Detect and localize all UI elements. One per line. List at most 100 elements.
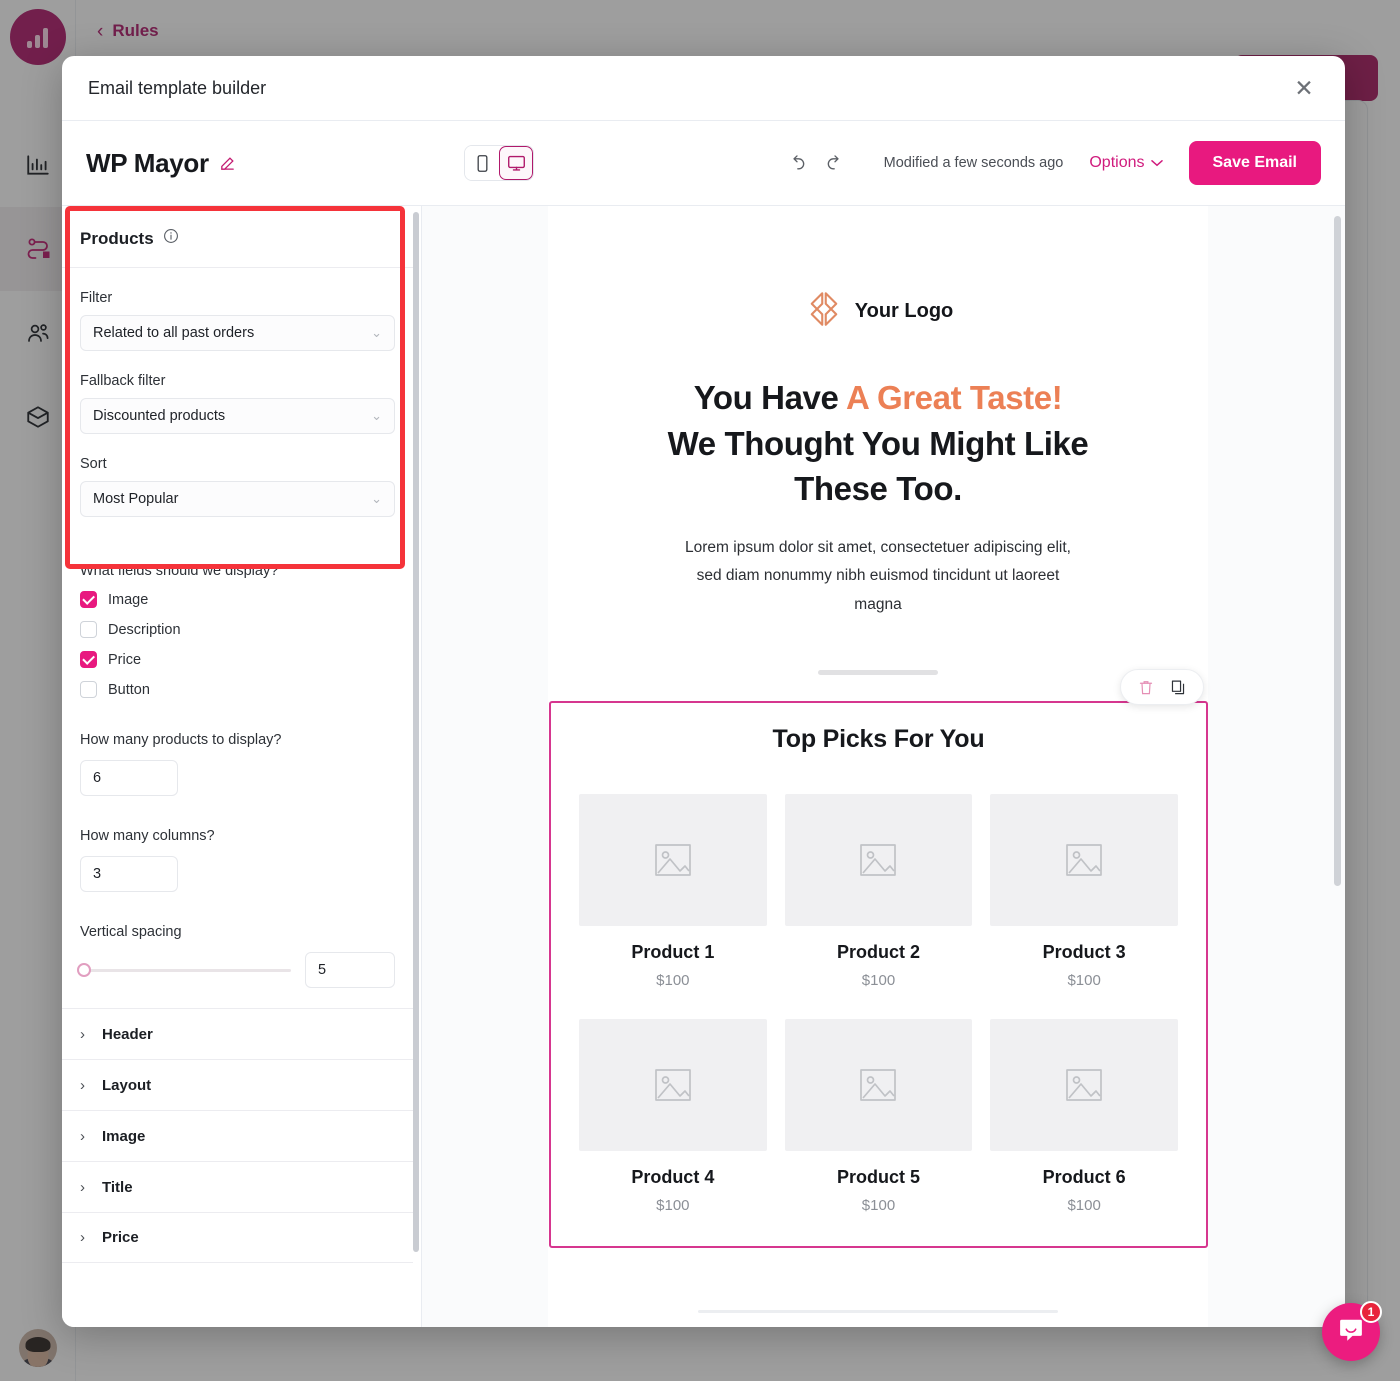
columns-label: How many columns? xyxy=(80,828,215,844)
checkbox-price[interactable] xyxy=(80,651,97,668)
accordion-label-layout: Layout xyxy=(102,1076,152,1094)
brand-mark-icon xyxy=(803,288,845,335)
settings-accordion: › Header › Layout › Image › Title › Pric… xyxy=(62,1008,413,1263)
checkbox-row-button[interactable]: Button xyxy=(80,681,395,698)
products-block[interactable]: Top Picks For You Product 1 $100 Product… xyxy=(549,700,1208,1248)
product-name: Product 1 xyxy=(631,941,715,962)
product-price: $100 xyxy=(656,971,690,989)
product-price: $100 xyxy=(861,1196,896,1214)
chat-bubble-icon xyxy=(1336,1315,1366,1350)
product-card[interactable]: Product 6 $100 xyxy=(990,1018,1178,1214)
settings-scrollbar[interactable] xyxy=(413,212,419,1252)
email-logo-block[interactable]: Your Logo xyxy=(548,206,1208,335)
product-thumbnail xyxy=(990,793,1178,926)
product-name: Product 2 xyxy=(836,941,920,962)
checkbox-button[interactable] xyxy=(80,681,97,698)
product-card[interactable]: Product 5 $100 xyxy=(784,1018,973,1214)
sort-value: Most Popular xyxy=(93,491,179,507)
accordion-item-price[interactable]: › Price xyxy=(62,1212,413,1263)
filter-value: Related to all past orders xyxy=(93,325,255,341)
accordion-label-price: Price xyxy=(102,1229,139,1246)
email-body-text[interactable]: Lorem ipsum dolor sit amet, consectetuer… xyxy=(678,534,1078,620)
products-grid: Product 1 $100 Product 2 $100 Product 3 … xyxy=(579,793,1178,1214)
section-header-products: Products xyxy=(62,206,413,268)
chevron-right-icon: › xyxy=(80,1025,85,1043)
sort-field: Sort Most Popular ⌄ xyxy=(62,456,413,517)
checkbox-row-price[interactable]: Price xyxy=(80,651,395,668)
settings-scroll-content: Products Filter Related to all past orde… xyxy=(62,206,413,1327)
chevron-down-icon: ⌄ xyxy=(371,325,382,340)
email-canvas: Your Logo You Have A Great Taste! We Tho… xyxy=(548,206,1208,1327)
accordion-item-layout[interactable]: › Layout xyxy=(62,1059,413,1110)
product-name: Product 6 xyxy=(1042,1166,1126,1187)
fallback-filter-label: Fallback filter xyxy=(80,373,166,389)
product-card[interactable]: Product 4 $100 xyxy=(579,1018,767,1214)
chevron-right-icon: › xyxy=(80,1229,85,1246)
options-label: Options xyxy=(1089,154,1145,171)
fallback-filter-value: Discounted products xyxy=(93,408,226,424)
checkbox-description[interactable] xyxy=(80,621,97,638)
product-price: $100 xyxy=(1067,971,1101,989)
checkbox-image[interactable] xyxy=(80,591,97,608)
undo-icon[interactable] xyxy=(778,144,816,182)
checkbox-label-description: Description xyxy=(108,621,181,638)
product-price: $100 xyxy=(1067,1196,1101,1214)
product-thumbnail xyxy=(784,793,973,926)
email-template-builder-modal: Email template builder ✕ WP Mayor Modifi… xyxy=(62,56,1345,1327)
info-icon[interactable] xyxy=(163,228,179,249)
accordion-item-header[interactable]: › Header xyxy=(62,1008,413,1059)
filter-field: Filter Related to all past orders ⌄ xyxy=(62,290,413,351)
pencil-icon[interactable] xyxy=(219,155,236,172)
email-headline[interactable]: You Have A Great Taste! We Thought You M… xyxy=(638,375,1118,512)
products-count-label: How many products to display? xyxy=(80,732,282,748)
products-heading: Top Picks For You xyxy=(772,724,985,753)
desktop-preview-button[interactable] xyxy=(499,146,533,180)
email-divider xyxy=(818,669,938,675)
builder-toolbar: WP Mayor Modified a few seconds ago Opti… xyxy=(62,121,1345,206)
builder-body: Products Filter Related to all past orde… xyxy=(62,206,1345,1327)
mobile-preview-button[interactable] xyxy=(465,146,499,180)
vertical-spacing-slider[interactable] xyxy=(77,963,291,977)
duplicate-block-icon[interactable] xyxy=(1170,679,1186,696)
checkbox-row-description[interactable]: Description xyxy=(80,621,395,638)
close-icon[interactable]: ✕ xyxy=(1289,73,1319,103)
accordion-label-image: Image xyxy=(102,1127,146,1145)
filter-select[interactable]: Related to all past orders ⌄ xyxy=(80,315,395,351)
vertical-spacing-control: 5 xyxy=(77,952,395,988)
chevron-down-icon: ⌄ xyxy=(371,408,382,423)
product-thumbnail xyxy=(579,1018,767,1151)
email-logo-text: Your Logo xyxy=(854,300,954,322)
product-card[interactable]: Product 1 $100 xyxy=(579,793,767,989)
sort-select[interactable]: Most Popular ⌄ xyxy=(80,481,395,517)
section-title: Products xyxy=(80,228,154,248)
preview-scrollbar[interactable] xyxy=(1334,216,1341,886)
checkbox-row-image[interactable]: Image xyxy=(80,591,395,608)
chevron-right-icon: › xyxy=(80,1076,85,1094)
modal-title: Email template builder xyxy=(88,77,267,98)
product-card[interactable]: Product 2 $100 xyxy=(784,793,973,989)
save-email-button[interactable]: Save Email xyxy=(1188,141,1321,185)
delete-block-icon[interactable] xyxy=(1138,679,1154,696)
columns-input[interactable]: 3 xyxy=(80,856,178,892)
device-preview-toggle xyxy=(464,145,534,181)
fallback-filter-field: Fallback filter Discounted products ⌄ xyxy=(62,373,413,434)
redo-icon[interactable] xyxy=(816,144,854,182)
page-title: WP Mayor xyxy=(86,147,209,178)
accordion-label-title: Title xyxy=(102,1178,133,1196)
block-toolbar xyxy=(1120,669,1204,705)
chevron-down-icon: ⌄ xyxy=(371,491,382,506)
options-dropdown[interactable]: Options xyxy=(1089,154,1163,172)
slider-thumb[interactable] xyxy=(77,963,91,977)
toolbar-right-group: Modified a few seconds ago Options Save … xyxy=(778,141,1321,185)
accordion-item-image[interactable]: › Image xyxy=(62,1110,413,1161)
chat-widget-button[interactable]: 1 xyxy=(1322,1301,1382,1361)
headline-line-2: We Thought You Might Like These Too. xyxy=(667,424,1089,508)
product-card[interactable]: Product 3 $100 xyxy=(990,793,1178,989)
product-price: $100 xyxy=(861,971,896,989)
products-count-input[interactable]: 6 xyxy=(80,760,178,796)
fallback-filter-select[interactable]: Discounted products ⌄ xyxy=(80,398,395,434)
vertical-spacing-input[interactable]: 5 xyxy=(305,952,395,988)
product-name: Product 3 xyxy=(1042,941,1126,962)
chevron-right-icon: › xyxy=(80,1127,85,1145)
accordion-item-title[interactable]: › Title xyxy=(62,1161,413,1212)
